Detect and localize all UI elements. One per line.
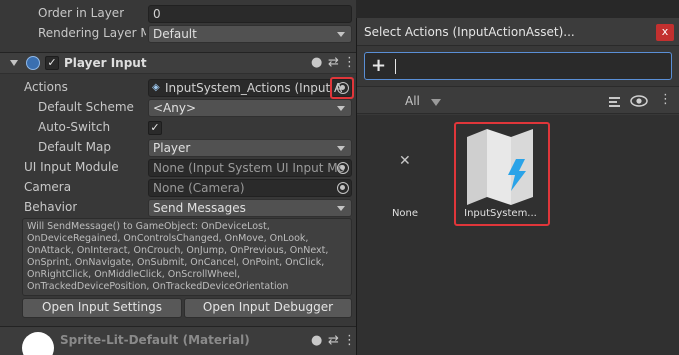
auto-switch-label: Auto-Switch [38, 120, 111, 134]
auto-switch-checkbox[interactable]: ✓ [148, 121, 162, 135]
filter-dropdown-icon[interactable] [431, 99, 441, 106]
visibility-filter-icon[interactable] [607, 94, 623, 108]
camera-label: Camera [24, 180, 72, 194]
camera-value: None (Camera) [153, 181, 245, 195]
actions-row: Actions ◈ InputSystem_Actions (Input A [0, 78, 356, 98]
preset-icon[interactable]: ⇄ [328, 56, 339, 70]
input-actions-asset-label: InputSystem... [464, 208, 537, 219]
search-input[interactable] [399, 56, 659, 76]
open-input-settings-button[interactable]: Open Input Settings [22, 298, 182, 318]
behavior-dropdown[interactable]: Send Messages [148, 199, 352, 217]
search-field[interactable]: + [364, 52, 672, 80]
behavior-help-box: Will SendMessage() to GameObject: OnDevi… [22, 218, 352, 296]
actions-value: InputSystem_Actions (Input A [165, 81, 343, 95]
ui-input-module-label: UI Input Module [24, 160, 119, 174]
rendering-layer-dropdown[interactable]: Default [148, 25, 352, 43]
object-picker-icon[interactable] [337, 162, 349, 174]
text-caret [395, 59, 396, 74]
asset-grid: ✕ None InputSystem... [357, 115, 679, 355]
foldout-arrow-icon[interactable] [10, 60, 18, 66]
order-in-layer-field[interactable]: 0 [148, 5, 352, 23]
camera-row: Camera None (Camera) [0, 178, 356, 198]
none-x-icon: ✕ [399, 153, 411, 169]
eye-icon[interactable] [630, 95, 648, 107]
filter-label[interactable]: All [405, 94, 420, 108]
search-plus-icon: + [371, 55, 387, 76]
kebab-menu-icon[interactable]: ⋮ [659, 93, 672, 107]
open-input-debugger-button[interactable]: Open Input Debugger [184, 298, 352, 318]
select-actions-window: Select Actions (InputActionAsset)... x +… [356, 18, 679, 355]
kebab-menu-icon[interactable]: ⋮ [343, 334, 356, 348]
player-input-component-icon [26, 56, 40, 70]
default-map-row: Default Map Player [0, 138, 356, 158]
preset-icon[interactable]: ⇄ [328, 334, 339, 348]
component-title: Player Input [64, 56, 147, 70]
object-picker-icon[interactable] [337, 182, 349, 194]
picker-title: Select Actions (InputActionAsset)... [364, 25, 575, 39]
actions-label: Actions [24, 80, 68, 94]
picker-titlebar[interactable]: Select Actions (InputActionAsset)... x [357, 18, 679, 46]
object-picker-icon[interactable] [337, 82, 349, 94]
material-preview-icon [22, 332, 54, 355]
help-icon[interactable]: ● [311, 56, 322, 70]
material-header[interactable]: Sprite-Lit-Default (Material) ● ⇄ ⋮ [0, 326, 356, 355]
rendering-layer-row: Rendering Layer Ma Default [0, 24, 356, 44]
component-enabled-checkbox[interactable]: ✓ [45, 56, 59, 70]
material-title: Sprite-Lit-Default (Material) [60, 333, 250, 347]
default-scheme-row: Default Scheme <Any> [0, 98, 356, 118]
filter-bar: All ⋮ [357, 86, 679, 114]
input-actions-asset-item[interactable]: InputSystem... [453, 121, 548, 226]
default-map-label: Default Map [38, 140, 111, 154]
input-action-asset-icon [467, 129, 533, 205]
kebab-menu-icon[interactable]: ⋮ [343, 56, 356, 70]
ui-input-module-row: UI Input Module None (Input System UI In… [0, 158, 356, 178]
close-icon[interactable]: x [656, 24, 674, 41]
camera-field[interactable]: None (Camera) [148, 179, 352, 197]
default-scheme-label: Default Scheme [38, 100, 134, 114]
help-icon[interactable]: ● [311, 334, 322, 348]
default-map-dropdown[interactable]: Player [148, 139, 352, 157]
actions-object-field[interactable]: ◈ InputSystem_Actions (Input A [148, 79, 352, 97]
none-label: None [391, 208, 419, 219]
inspector-panel: Order in Layer 0 Rendering Layer Ma Defa… [0, 0, 356, 355]
asset-small-icon: ◈ [152, 82, 160, 93]
rendering-layer-label: Rendering Layer Ma [38, 26, 146, 40]
none-item[interactable]: ✕ None [379, 125, 431, 235]
default-scheme-dropdown[interactable]: <Any> [148, 99, 352, 117]
ui-input-module-value: None (Input System UI Input Mo [153, 161, 345, 175]
behavior-row: Behavior Send Messages [0, 198, 356, 218]
behavior-label: Behavior [24, 200, 78, 214]
order-in-layer-row: Order in Layer 0 [0, 4, 356, 24]
player-input-header[interactable]: ✓ Player Input ● ⇄ ⋮ [0, 52, 356, 74]
order-in-layer-label: Order in Layer [38, 6, 125, 20]
ui-input-module-field[interactable]: None (Input System UI Input Mo [148, 159, 352, 177]
auto-switch-row: Auto-Switch ✓ [0, 118, 356, 138]
